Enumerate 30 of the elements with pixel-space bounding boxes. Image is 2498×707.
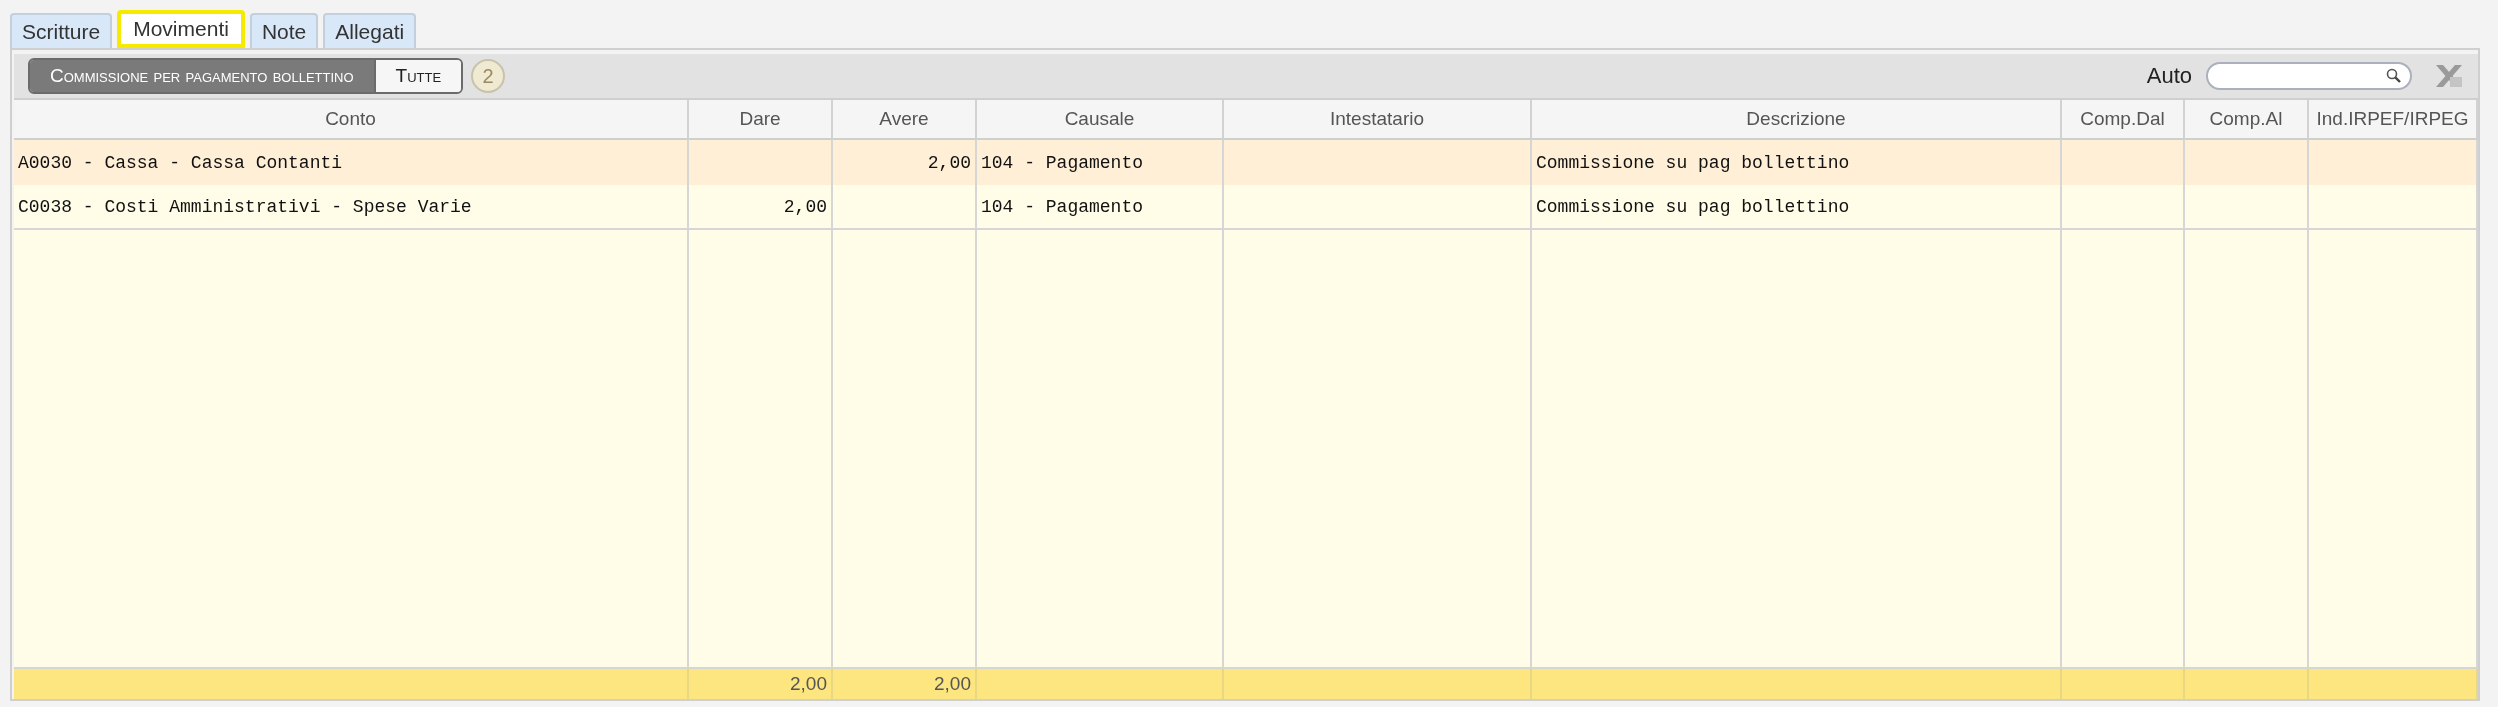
tab[interactable]: Movimenti (117, 10, 245, 48)
table-cell: 2,00 (833, 140, 977, 185)
tab[interactable]: Allegati (323, 13, 417, 48)
count-badge: 2 (471, 59, 506, 93)
filter-segment[interactable]: Commissione per pagamento bollettino (30, 60, 374, 92)
table-cell: A0030 - Cassa - Cassa Contanti (14, 140, 689, 185)
column-header[interactable]: Avere (833, 100, 977, 140)
column-header[interactable]: Dare (689, 100, 833, 140)
total-cell: 2,00 (689, 667, 833, 699)
column-header[interactable]: Ind.IRPEF/IRPEG (2309, 100, 2478, 140)
table-cell: 104 - Pagamento (977, 140, 1224, 185)
filter-segment[interactable]: Tutte (373, 60, 462, 92)
search-icon (2386, 68, 2402, 84)
table-cell: C0038 - Costi Amministrativi - Spese Varie (14, 185, 689, 230)
search-field[interactable] (2206, 62, 2412, 90)
column-header[interactable]: Comp.Dal (2062, 100, 2185, 140)
table-cell: Commissione su pag bollettino (1532, 140, 2062, 185)
total-cell: 2,00 (833, 667, 977, 699)
table-cell: Commissione su pag bollettino (1532, 185, 2062, 230)
column-header[interactable]: Intestatario (1224, 100, 1532, 140)
column-header[interactable]: Descrizione (1532, 100, 2062, 140)
tab[interactable]: Note (249, 13, 319, 48)
search-label: Auto (2146, 63, 2192, 89)
spreadsheet-export-icon[interactable] (2434, 63, 2464, 89)
tab[interactable]: Scritture (10, 13, 113, 48)
column-header[interactable]: Conto (14, 100, 689, 140)
column-header[interactable]: Comp.Al (2185, 100, 2309, 140)
table-cell: 104 - Pagamento (977, 185, 1224, 230)
column-header[interactable]: Causale (977, 100, 1224, 140)
table-cell: 2,00 (689, 185, 833, 230)
